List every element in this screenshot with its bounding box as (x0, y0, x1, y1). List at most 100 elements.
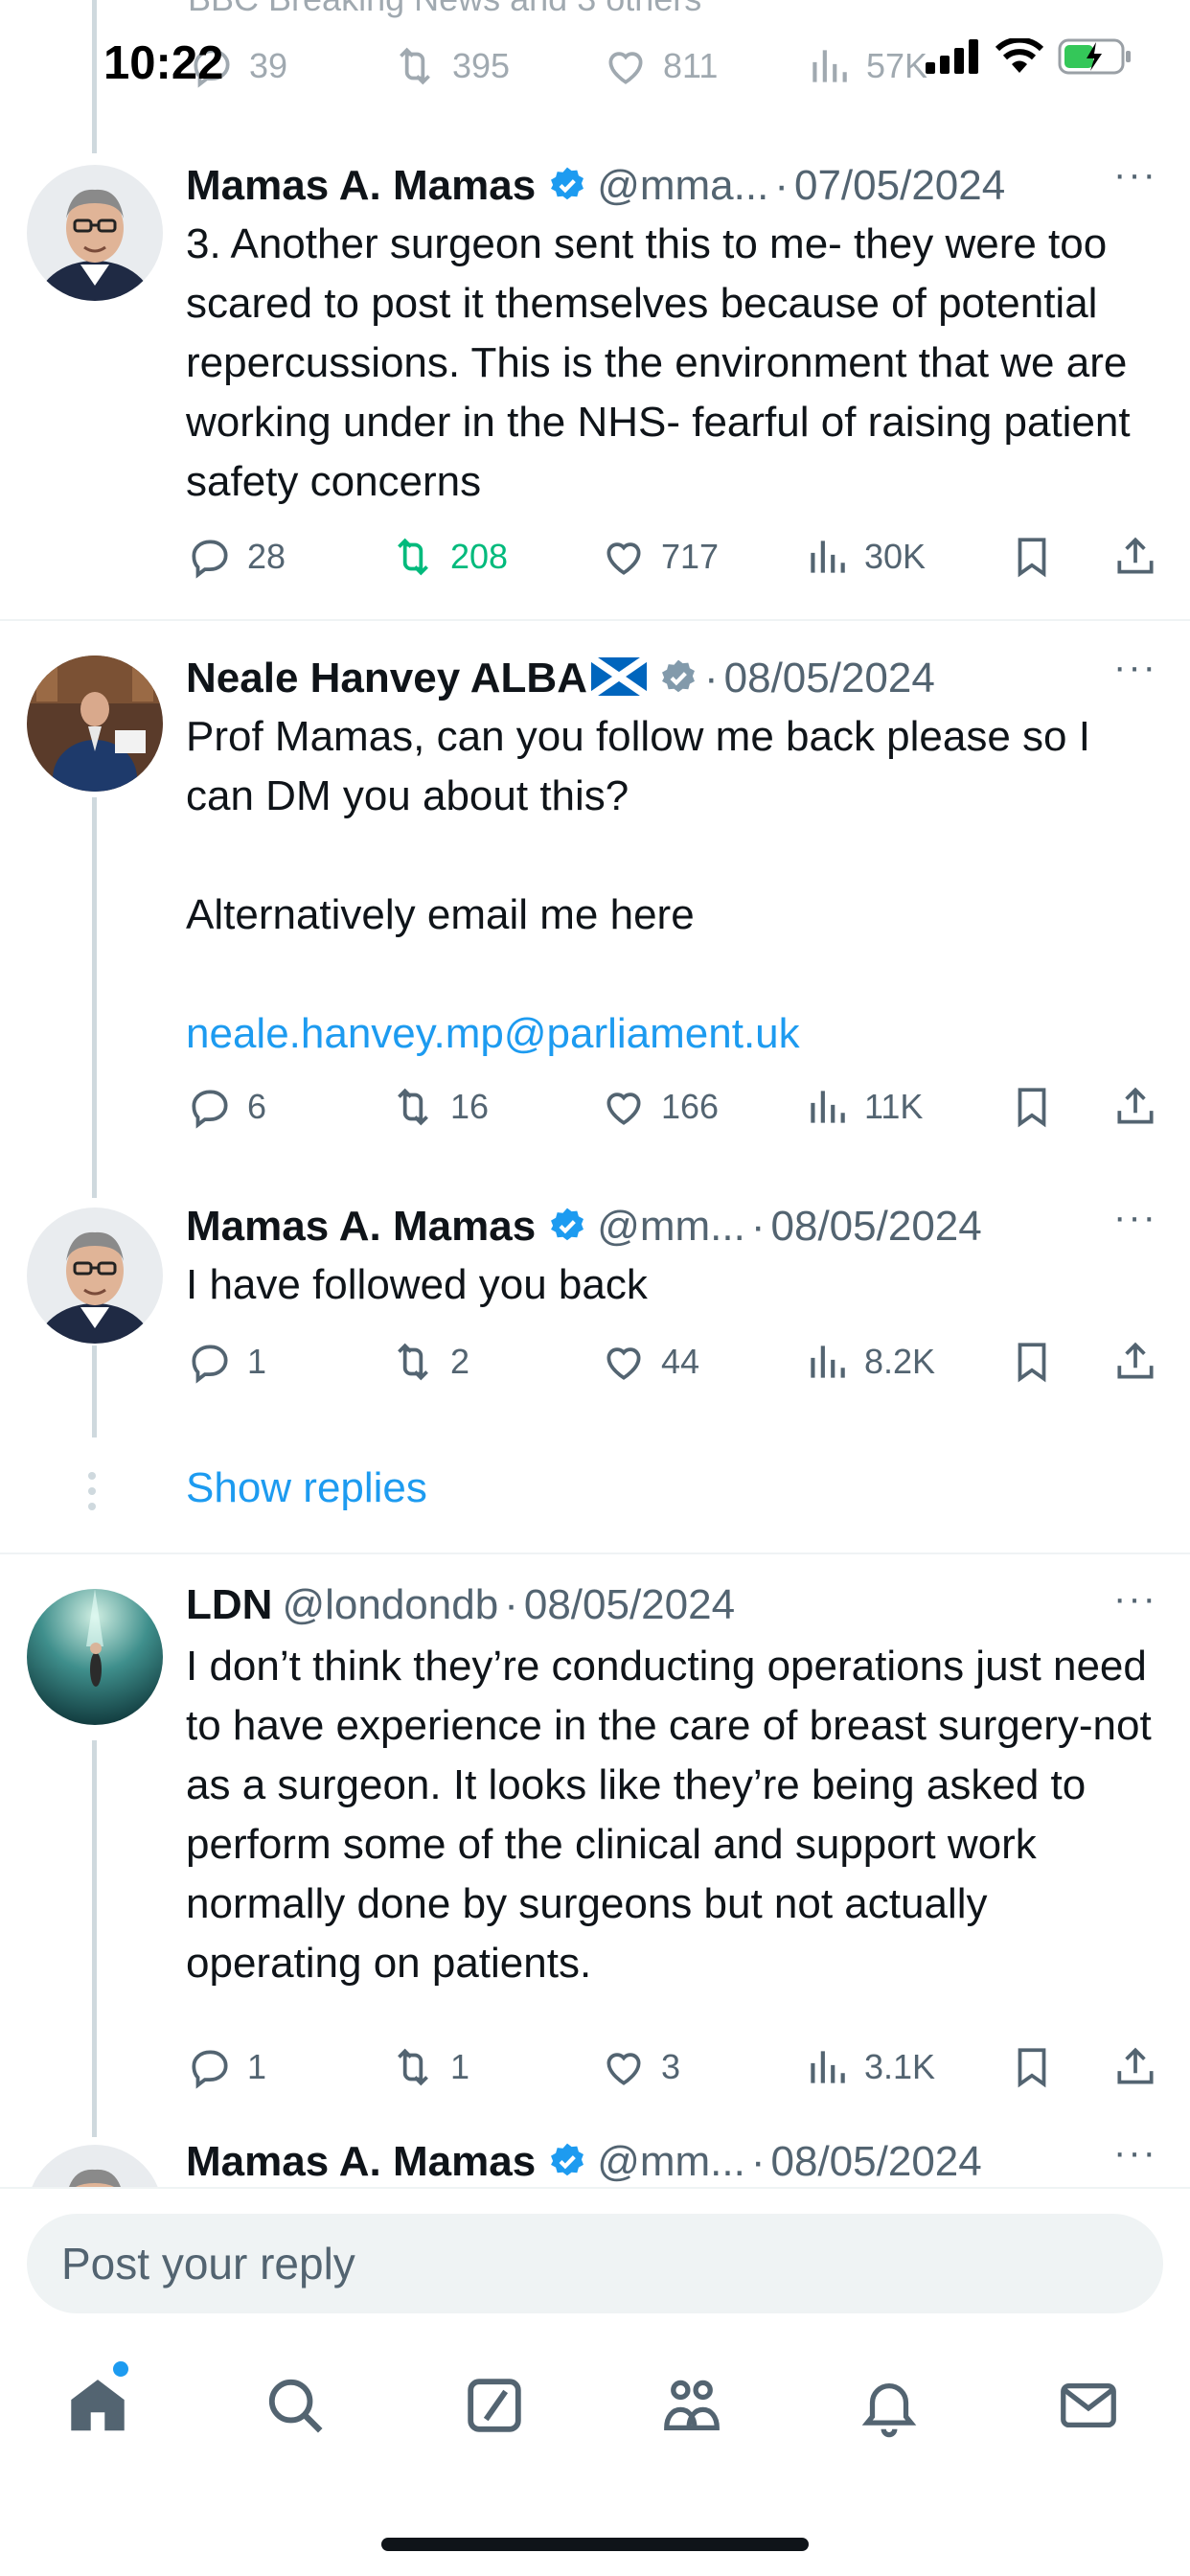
avatar[interactable] (27, 165, 163, 301)
tweet-header: LDN @londondb · 08/05/2024 (186, 1581, 735, 1629)
reply-button[interactable]: 1 (186, 1338, 266, 1386)
messages-icon (1061, 2382, 1116, 2428)
grok-icon (468, 2379, 521, 2432)
tweet-header: Mamas A. Mamas @mm... · 08/05/2024 (186, 2135, 982, 2186)
like-button[interactable]: 717 (600, 533, 719, 581)
views-button[interactable]: 11K (803, 1083, 923, 1131)
separator-dot: · (703, 655, 719, 702)
more-options-button[interactable]: ··· (1113, 646, 1157, 689)
reply-input[interactable]: Post your reply (27, 2214, 1163, 2313)
display-name[interactable]: LDN (186, 1581, 272, 1629)
search-icon (268, 2379, 323, 2433)
status-icons (926, 38, 1133, 75)
heart-icon (606, 1092, 641, 1125)
avatar[interactable] (27, 1208, 163, 1344)
tab-communities[interactable] (653, 2367, 730, 2444)
views-icon (811, 1091, 845, 1123)
retweet-icon (398, 538, 428, 576)
retweet-button[interactable]: 2 (389, 1338, 469, 1386)
display-name[interactable]: Neale Hanvey ALBA (186, 655, 587, 702)
avatar[interactable] (27, 1589, 163, 1725)
handle[interactable]: @londondb (282, 1581, 498, 1629)
like-button[interactable]: 3 (600, 2043, 680, 2091)
display-name[interactable]: Mamas A. Mamas (186, 2138, 536, 2186)
more-icon: ··· (1113, 646, 1157, 688)
tweet-text: Prof Mamas, can you follow me back pleas… (186, 707, 1163, 1064)
separator-dot: · (504, 1581, 518, 1628)
reply-count: 6 (247, 1087, 267, 1126)
reply-button[interactable]: 1 (186, 2043, 266, 2091)
tweet-2[interactable]: Neale Hanvey ALBA · 08/05/2024 ··· Prof … (0, 640, 1190, 1158)
retweet-button[interactable]: 1 (389, 2043, 469, 2091)
handle[interactable]: @mma... (597, 162, 768, 210)
handle[interactable]: @mm... (597, 2138, 745, 2186)
tweet-date[interactable]: 08/05/2024 (771, 1203, 982, 1251)
app-root: BBC Breaking News and 3 others 39 395 81… (0, 0, 1190, 2576)
bookmark-button[interactable] (1008, 1338, 1056, 1386)
tweet-4[interactable]: LDN @londondb · 08/05/2024 ··· I don’t t… (0, 1577, 1190, 2118)
reply-icon (192, 1090, 228, 1129)
like-count: 166 (661, 1087, 720, 1126)
tweet-3[interactable]: Mamas A. Mamas @mm... · 08/05/2024 ··· I… (0, 1196, 1190, 1392)
tweet-date[interactable]: 08/05/2024 (724, 655, 935, 702)
tweet-date[interactable]: 08/05/2024 (771, 2138, 982, 2186)
display-name[interactable]: Mamas A. Mamas (186, 1203, 536, 1251)
tweet-text: I don’t think they’re conducting operati… (186, 1643, 1152, 1987)
retweet-button[interactable]: 208 (389, 533, 508, 581)
tweet-1[interactable]: Mamas A. Mamas @mma... · 07/05/2024 ··· … (0, 153, 1190, 619)
more-options-button[interactable]: ··· (1113, 1577, 1157, 1621)
bookmark-button[interactable] (1008, 2043, 1056, 2091)
views-icon (811, 540, 845, 573)
bookmark-button[interactable] (1008, 1083, 1056, 1131)
reply-button[interactable]: 28 (186, 533, 286, 581)
separator-dot: · (774, 162, 789, 209)
views-icon (811, 2051, 845, 2083)
display-name[interactable]: Mamas A. Mamas (186, 162, 536, 210)
views-button[interactable]: 8.2K (803, 1338, 935, 1386)
like-button[interactable]: 44 (600, 1338, 699, 1386)
views-button[interactable]: 30K (803, 533, 926, 581)
more-options-button[interactable]: ··· (1113, 1196, 1157, 1239)
home-unread-dot (113, 2361, 128, 2377)
like-count: 3 (661, 2047, 681, 2086)
share-button[interactable] (1111, 1338, 1159, 1386)
reply-button[interactable]: 6 (186, 1083, 266, 1131)
views-button[interactable]: 3.1K (803, 2043, 935, 2091)
tab-search[interactable] (257, 2367, 333, 2444)
more-icon: ··· (1113, 2135, 1157, 2174)
tweet-5[interactable]: Mamas A. Mamas @mm... · 08/05/2024 ··· (0, 2135, 1190, 2187)
like-button[interactable]: 166 (600, 1083, 719, 1131)
retweet-count: 16 (450, 1087, 490, 1126)
tab-grok[interactable] (456, 2367, 533, 2444)
share-button[interactable] (1111, 533, 1159, 581)
tweet-date[interactable]: 08/05/2024 (524, 1581, 735, 1629)
views-icon (811, 1346, 845, 1378)
tweet-date[interactable]: 07/05/2024 (794, 162, 1005, 210)
heart-icon (606, 1347, 641, 1380)
views-count: 11K (864, 1087, 924, 1126)
more-options-button[interactable]: ··· (1113, 2135, 1157, 2174)
email-link[interactable]: neale.hanvey.mp@parliament.uk (186, 1004, 1163, 1064)
scotland-flag-icon (590, 657, 647, 696)
show-replies-link[interactable]: Show replies (186, 1464, 427, 1512)
tab-messages[interactable] (1050, 2367, 1127, 2444)
reply-count: 1 (247, 1342, 267, 1381)
more-options-button[interactable]: ··· (1113, 153, 1157, 196)
verified-badge-icon (551, 2143, 584, 2176)
tab-home[interactable] (59, 2367, 136, 2444)
separator-dot: · (750, 1203, 766, 1250)
handle[interactable]: @mm... (597, 1203, 745, 1251)
views-count: 30K (864, 537, 927, 576)
share-button[interactable] (1111, 1083, 1159, 1131)
wifi-icon (995, 38, 1044, 73)
avatar[interactable] (27, 2145, 163, 2187)
share-button[interactable] (1111, 2043, 1159, 2091)
home-indicator[interactable] (381, 2538, 809, 2551)
tweet-text-line: Prof Mamas, can you follow me back pleas… (186, 713, 1090, 819)
avatar[interactable] (27, 656, 163, 792)
retweet-button[interactable]: 16 (389, 1083, 489, 1131)
reply-icon (192, 540, 228, 579)
bookmark-button[interactable] (1008, 533, 1056, 581)
tweet-actions: 28 208 717 30K (186, 533, 1163, 590)
tab-notifications[interactable] (851, 2367, 927, 2444)
